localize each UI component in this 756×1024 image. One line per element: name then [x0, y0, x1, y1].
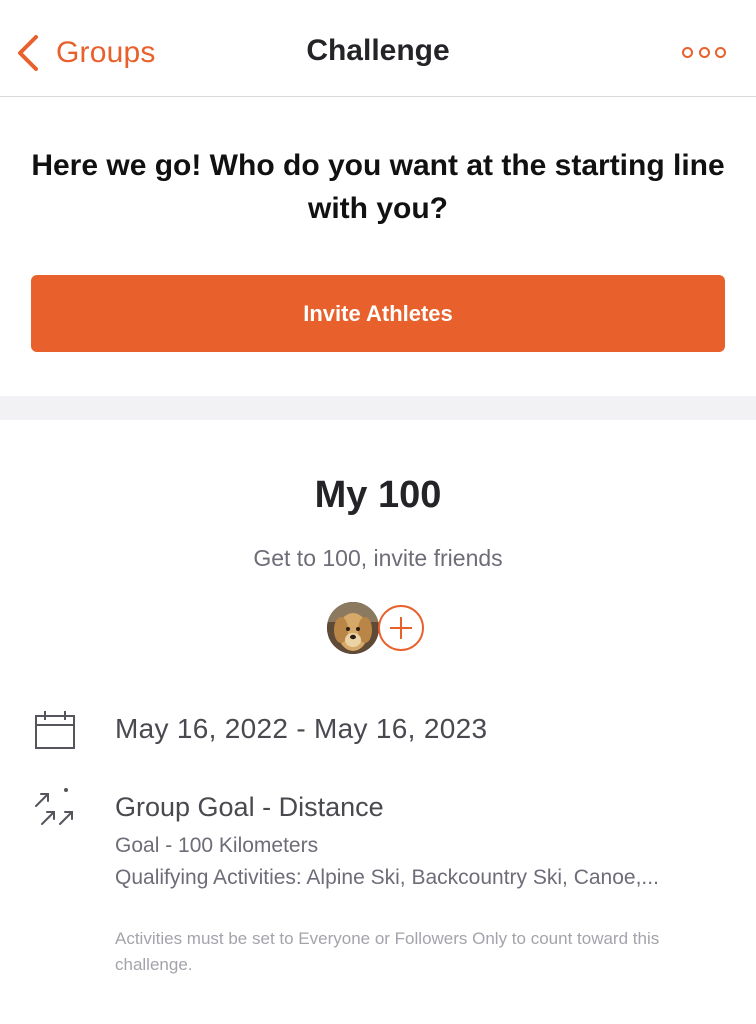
calendar-icon	[35, 711, 75, 749]
participants	[327, 602, 427, 656]
dog-avatar-image	[327, 602, 379, 654]
more-options-icon[interactable]	[682, 42, 726, 62]
add-participant-button[interactable]	[378, 605, 424, 651]
avatar[interactable]	[327, 602, 379, 654]
challenge-title: My 100	[314, 474, 442, 516]
qualifying-activities: Qualifying Activities: Alpine Ski, Backc…	[115, 866, 659, 889]
goal-title: Group Goal - Distance	[115, 792, 384, 822]
more-dot	[715, 46, 726, 58]
invite-athletes-button[interactable]: Invite Athletes	[31, 275, 725, 352]
group-goal-icon	[35, 788, 73, 825]
invite-prompt: Here we go! Who do you want at the start…	[31, 149, 725, 225]
visibility-note: Activities must be set to Everyone or Fo…	[115, 929, 660, 974]
goal-detail: Goal - 100 Kilometers	[115, 834, 319, 857]
challenge-card: My 100 Get to 100, invite friends May 16…	[0, 420, 756, 1024]
nav-bar: Groups Challenge	[0, 0, 756, 97]
invite-section: Here we go! Who do you want at the start…	[0, 98, 756, 396]
challenge-description: Get to 100, invite friends	[253, 545, 503, 571]
challenge-dates: May 16, 2022 - May 16, 2023	[115, 713, 488, 744]
page-title: Challenge	[306, 34, 450, 67]
more-dot	[682, 46, 693, 58]
section-divider	[0, 396, 756, 420]
more-dot	[698, 46, 710, 58]
